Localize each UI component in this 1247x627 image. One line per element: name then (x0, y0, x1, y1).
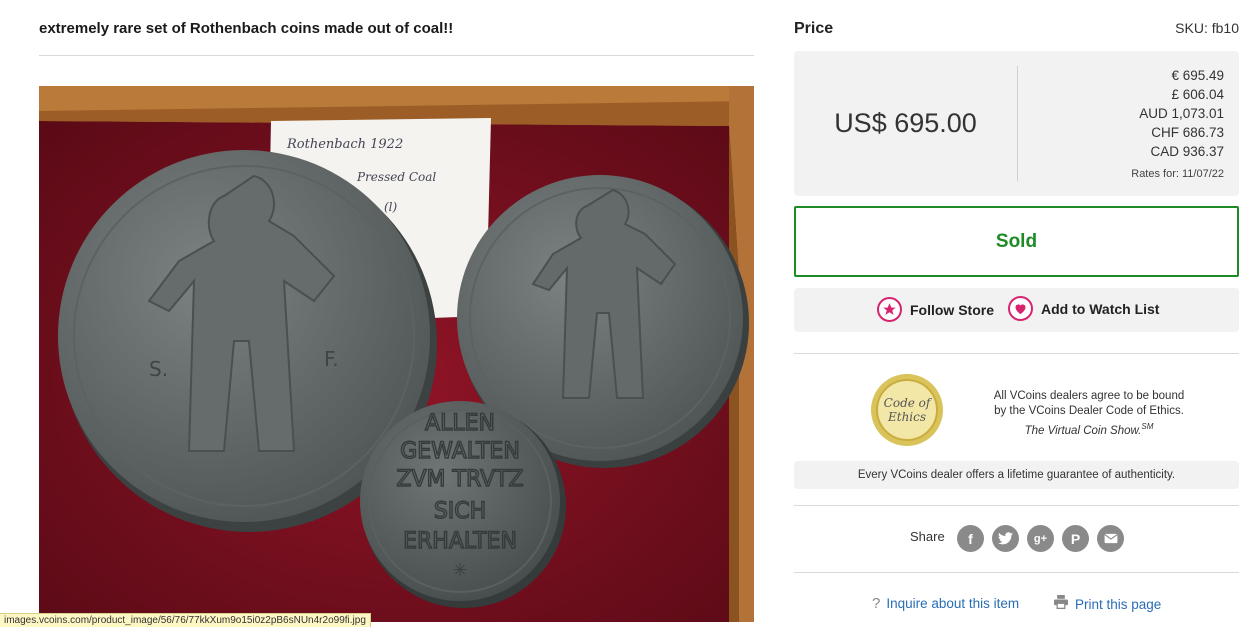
price-heading: Price (794, 20, 834, 37)
svg-text:✳: ✳ (452, 560, 467, 581)
divider (794, 353, 1239, 354)
follow-store-label: Follow Store (910, 301, 994, 318)
svg-text:ZVM TRVTZ: ZVM TRVTZ (396, 467, 523, 492)
svg-text:Ethics: Ethics (887, 410, 926, 424)
printer-icon (1053, 595, 1069, 613)
item-title: extremely rare set of Rothenbach coins m… (39, 20, 454, 37)
pinterest-icon[interactable]: P (1062, 525, 1089, 552)
authenticity-guarantee: Every VCoins dealer offers a lifetime gu… (794, 461, 1239, 489)
svg-text:Code of: Code of (884, 396, 933, 410)
price-gbp: £ 606.04 (1171, 87, 1224, 102)
facebook-icon[interactable]: f (957, 525, 984, 552)
code-of-ethics-seal[interactable]: Code of Ethics (870, 373, 944, 447)
divider (794, 572, 1239, 573)
price-chf: CHF 686.73 (1151, 125, 1224, 140)
question-icon: ? (872, 595, 881, 612)
google-plus-icon[interactable]: g+ (1027, 525, 1054, 552)
price-aud: AUD 1,073.01 (1139, 106, 1224, 121)
follow-store-button[interactable]: Follow Store (877, 297, 994, 322)
price-divider (1017, 66, 1018, 181)
store-actions: Follow Store Add to Watch List (794, 288, 1239, 332)
watch-list-label: Add to Watch List (1041, 300, 1160, 317)
status-bar-url: images.vcoins.com/product_image/56/76/77… (0, 613, 371, 627)
star-icon (877, 297, 902, 322)
svg-text:ALLEN: ALLEN (425, 411, 495, 436)
svg-text:GEWALTEN: GEWALTEN (400, 439, 520, 464)
price-panel: US$ 695.00 € 695.49 £ 606.04 AUD 1,073.0… (794, 51, 1239, 196)
svg-text:S.: S. (149, 357, 168, 381)
svg-text:F.: F. (324, 347, 339, 371)
svg-text:Rothenbach 1922: Rothenbach 1922 (286, 137, 403, 152)
heart-icon (1008, 296, 1033, 321)
svg-text:(l): (l) (384, 200, 398, 214)
share-label: Share (910, 529, 945, 544)
rates-date: Rates for: 11/07/22 (1131, 168, 1224, 180)
inquire-link[interactable]: ? Inquire about this item (872, 595, 1019, 612)
twitter-icon[interactable] (992, 525, 1019, 552)
divider (794, 505, 1239, 506)
sku-label: SKU: fb10 (1175, 20, 1239, 36)
svg-text:Pressed Coal: Pressed Coal (356, 170, 436, 184)
title-divider (39, 55, 754, 56)
item-photo[interactable]: Rothenbach 1922 Pressed Coal (l) S. F. A… (39, 86, 754, 622)
main-price: US$ 695.00 (834, 108, 977, 138)
watch-list-button[interactable]: Add to Watch List (1008, 296, 1159, 321)
svg-text:SICH: SICH (434, 499, 486, 524)
price-eur: € 695.49 (1171, 68, 1224, 83)
svg-text:ERHALTEN: ERHALTEN (403, 529, 517, 554)
coins-image: Rothenbach 1922 Pressed Coal (l) S. F. A… (39, 86, 754, 622)
print-link[interactable]: Print this page (1053, 595, 1161, 613)
sold-button[interactable]: Sold (794, 206, 1239, 277)
price-cad: CAD 936.37 (1150, 144, 1224, 159)
ethics-statement: All VCoins dealers agree to be bound by … (993, 390, 1185, 437)
email-icon[interactable] (1097, 525, 1124, 552)
currency-conversions: € 695.49 £ 606.04 AUD 1,073.01 CHF 686.7… (1131, 66, 1224, 184)
